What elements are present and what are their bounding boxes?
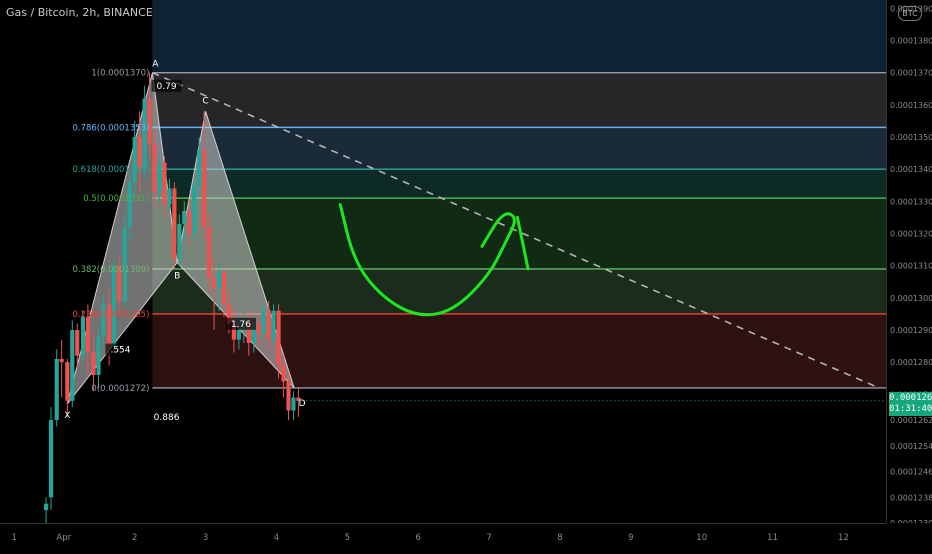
currency-badge[interactable]: BTC (898, 6, 922, 21)
candle-body-27 (182, 211, 187, 224)
candle-body-4 (65, 362, 70, 401)
fib-label-0.618: 0.618(0.0001340) (72, 165, 149, 175)
candle-body-17 (132, 137, 137, 183)
candle-body-22 (157, 162, 162, 192)
point-label-D: D (299, 399, 306, 409)
ratio-label-2: 1.76 (231, 320, 251, 330)
candle-body-28 (187, 211, 192, 234)
candle-body-23 (162, 162, 167, 205)
fib-label-0: 0(0.0001272) (91, 384, 149, 394)
candle-body-16 (127, 182, 132, 228)
fib-label-0.236: 0.236(0.0001295) (72, 310, 149, 320)
y-tick-13: 0.0001262 (890, 416, 932, 425)
candle-body-1 (48, 420, 54, 498)
candle-body-45 (271, 310, 276, 340)
y-tick-9: 0.0001300 (890, 294, 932, 303)
candle-body-30 (197, 149, 202, 186)
fib-label-1: 1(0.0001370) (91, 69, 149, 79)
candle-body-29 (192, 185, 197, 234)
candle-body-47 (281, 365, 286, 382)
candle-body-10 (96, 336, 101, 376)
fib-band-0.5 (152, 198, 887, 269)
time-scale-bg (0, 523, 932, 550)
candle-body-33 (211, 278, 217, 289)
x-tick-12: 12 (838, 533, 849, 543)
point-label-A: A (152, 60, 159, 70)
ratio-label-1: .554 (110, 346, 130, 356)
fib-label-0.786: 0.786(0.0001353) (72, 123, 149, 133)
candle-body-2 (54, 358, 59, 421)
y-tick-16: 0.0001238 (890, 493, 932, 502)
x-tick-6: 6 (415, 533, 420, 543)
y-tick-1: 0.0001380 (890, 37, 932, 46)
candle-body-5 (70, 330, 75, 401)
candle-body-13 (112, 265, 117, 347)
ratio-label-3: 0.886 (154, 413, 180, 423)
x-tick-4: 4 (274, 533, 279, 543)
candle-body-0 (43, 503, 49, 511)
bar-countdown: 01:31:40 (889, 404, 932, 414)
x-tick-2: 2 (132, 533, 137, 543)
x-tick-0: 1 (11, 533, 16, 543)
y-tick-7: 0.0001320 (890, 230, 932, 239)
fib-label-0.5: 0.5(0.0001331) (83, 194, 149, 204)
ratio-label-0: 0.79 (157, 82, 177, 92)
y-tick-2: 0.0001370 (890, 69, 932, 78)
candle-body-46 (276, 310, 281, 366)
candle-body-19 (142, 98, 147, 170)
candle-body-20 (147, 98, 152, 144)
y-tick-10: 0.0001290 (890, 326, 932, 335)
candle-body-34 (216, 272, 222, 289)
y-tick-11: 0.0001280 (890, 358, 932, 367)
y-tick-6: 0.0001330 (890, 197, 932, 206)
y-tick-8: 0.0001310 (890, 262, 932, 271)
candle-body-48 (286, 381, 291, 411)
candle-body-38 (236, 330, 241, 340)
candle-body-25 (172, 188, 177, 260)
x-tick-7: 7 (486, 533, 491, 543)
price-chart[interactable]: 1(0.0001370) 0.786(0.0001353) 0.618(0.0001… (0, 0, 932, 550)
x-tick-11: 11 (767, 533, 778, 543)
candle-body-7 (80, 317, 86, 356)
x-tick-9: 9 (628, 533, 633, 543)
point-label-B: B (174, 271, 180, 281)
candle-body-42 (256, 323, 261, 334)
current-price-value: 0.0001268 (889, 393, 932, 403)
candle-body-35 (221, 272, 227, 305)
candle-body-31 (202, 149, 207, 228)
y-tick-3: 0.0001360 (890, 101, 932, 110)
current-price-tag: 0.0001268 01:31:40 (889, 392, 932, 416)
y-tick-4: 0.0001350 (890, 133, 932, 142)
x-tick-5: 5 (345, 533, 350, 543)
chart-area[interactable]: 1(0.0001370) 0.786(0.0001353) 0.618(0.0001… (0, 0, 932, 550)
x-tick-10: 10 (696, 533, 707, 543)
fib-band-top (152, 0, 887, 73)
fib-label-0.382: 0.382(0.0001309) (72, 265, 149, 275)
point-label-X: X (64, 411, 70, 421)
y-tick-15: 0.0001246 (890, 468, 932, 477)
x-tick-1: Apr (56, 533, 71, 543)
fib-band-1 (152, 72, 887, 128)
candle-body-43 (261, 310, 266, 334)
candle-body-44 (266, 310, 271, 340)
candle-body-26 (177, 223, 182, 260)
candle-body-21 (152, 143, 157, 192)
candle-body-8 (85, 317, 90, 353)
y-tick-5: 0.0001340 (890, 165, 932, 174)
x-tick-8: 8 (557, 533, 562, 543)
y-tick-14: 0.0001254 (890, 442, 932, 451)
candle-body-49 (291, 397, 296, 411)
candle-body-6 (75, 330, 80, 356)
fib-band-0.618 (152, 169, 887, 199)
symbol-title: Gas / Bitcoin, 2h, BINANCE (6, 6, 153, 19)
x-tick-3: 3 (203, 533, 208, 543)
candle-body-9 (91, 352, 96, 376)
candle-body-32 (206, 227, 212, 279)
candle-body-24 (167, 188, 172, 205)
candle-body-3 (59, 358, 64, 363)
fib-band-0.786 (152, 127, 887, 170)
point-label-C: C (202, 96, 208, 106)
